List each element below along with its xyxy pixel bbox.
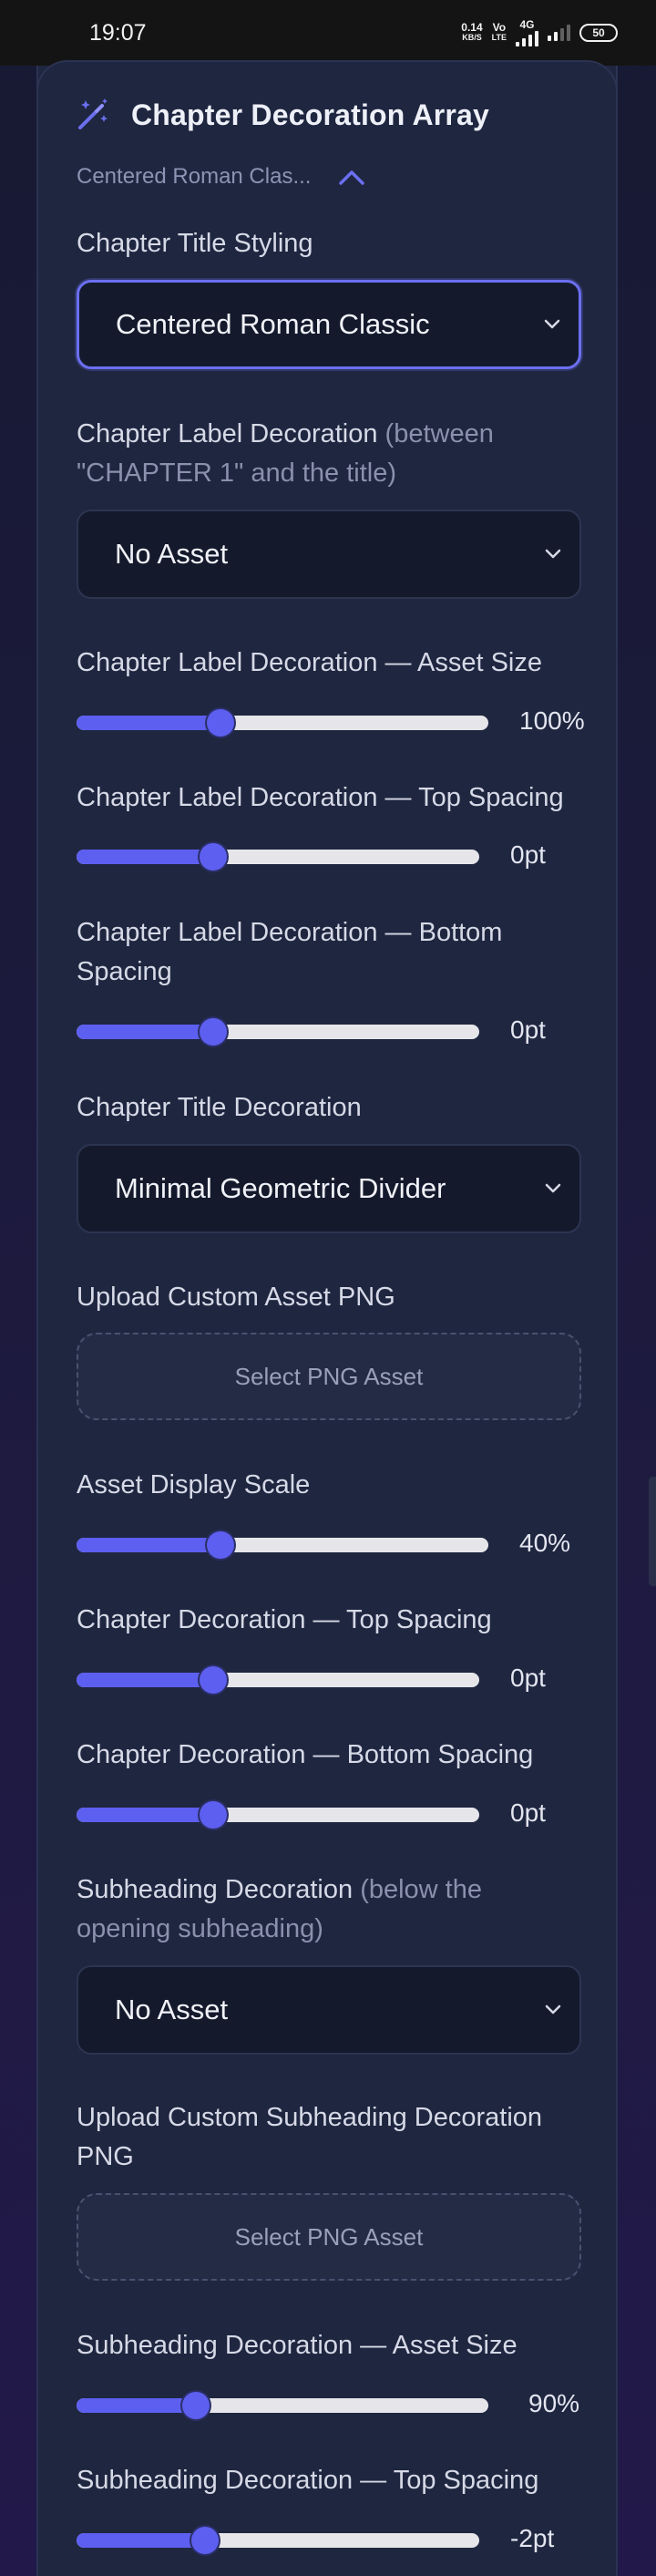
- decoration-card: Chapter Decoration Array Centered Roman …: [36, 60, 618, 2576]
- label-bottom-spacing-label: Chapter Label Decoration — Bottom Spacin…: [77, 918, 503, 986]
- chevron-down-icon: [545, 2004, 561, 2014]
- subheading-asset-size-value: 90%: [528, 2389, 580, 2417]
- decoration-top-spacing-value: 0pt: [510, 1664, 546, 1692]
- title-decoration-label: Chapter Title Decoration: [77, 1093, 362, 1122]
- label-bottom-spacing-value: 0pt: [510, 1015, 546, 1044]
- card-title: Chapter Decoration Array: [131, 98, 490, 131]
- subheading-asset-size-slider[interactable]: [77, 2392, 488, 2419]
- title-decoration-select[interactable]: Minimal Geometric Divider: [77, 1144, 581, 1233]
- subheading-decoration-label: Subheading Decoration (below the opening…: [77, 1875, 482, 1943]
- slider-thumb[interactable]: [191, 2527, 220, 2554]
- slider-thumb[interactable]: [200, 843, 228, 871]
- card-header: Chapter Decoration Array: [75, 97, 489, 133]
- label-asset-size-label: Chapter Label Decoration — Asset Size: [77, 648, 542, 677]
- slider-thumb[interactable]: [200, 1018, 228, 1046]
- slider-thumb[interactable]: [200, 1801, 228, 1829]
- label-top-spacing-value: 0pt: [510, 840, 546, 869]
- decoration-bottom-spacing-slider[interactable]: [77, 1801, 479, 1829]
- status-time: 19:07: [89, 19, 147, 46]
- subheading-top-spacing-slider[interactable]: [77, 2527, 479, 2554]
- label-decoration-value: No Asset: [115, 538, 229, 570]
- decoration-bottom-spacing-value: 0pt: [510, 1798, 546, 1827]
- signal-4g-icon: 4G: [516, 19, 538, 46]
- title-decoration-value: Minimal Geometric Divider: [115, 1172, 446, 1204]
- subheading-top-spacing-label: Subheading Decoration — Top Spacing: [77, 2466, 539, 2495]
- upload-asset-label: Upload Custom Asset PNG: [77, 1283, 395, 1312]
- subheading-asset-size-label: Subheading Decoration — Asset Size: [77, 2331, 518, 2360]
- label-asset-size-value: 100%: [519, 706, 585, 735]
- collapse-toggle[interactable]: Centered Roman Clas...: [77, 164, 365, 190]
- label-asset-size-slider[interactable]: [77, 709, 488, 737]
- display-scale-value: 40%: [519, 1529, 571, 1557]
- volte-icon: Vo LTE: [491, 21, 507, 42]
- signal-icon: [548, 25, 570, 41]
- slider-thumb[interactable]: [200, 1666, 228, 1694]
- subheading-top-spacing-row: -2pt: [77, 2524, 618, 2554]
- battery-icon: 50: [579, 24, 618, 42]
- display-scale-slider[interactable]: [77, 1531, 488, 1559]
- title-styling-value: Centered Roman Classic: [116, 308, 430, 340]
- subheading-asset-size-row: 90%: [77, 2389, 618, 2419]
- status-bar: 19:07 0.14 KB/S Vo LTE 4G 50: [0, 0, 656, 66]
- slider-thumb[interactable]: [207, 709, 235, 737]
- title-styling-label: Chapter Title Styling: [77, 229, 313, 258]
- select-png-asset-button[interactable]: Select PNG Asset: [77, 1333, 581, 1420]
- subheading-decoration-value: No Asset: [115, 1994, 229, 2025]
- decoration-top-spacing-slider[interactable]: [77, 1666, 479, 1694]
- label-decoration-select[interactable]: No Asset: [77, 510, 581, 599]
- chevron-up-icon: [339, 170, 365, 185]
- subheading-top-spacing-value: -2pt: [510, 2524, 555, 2552]
- label-top-spacing-slider[interactable]: [77, 843, 479, 871]
- label-bottom-spacing-slider[interactable]: [77, 1018, 479, 1046]
- decoration-bottom-spacing-row: 0pt: [77, 1798, 618, 1829]
- scroll-edge: [649, 1477, 656, 1586]
- chevron-down-icon: [545, 1183, 561, 1193]
- slider-thumb[interactable]: [207, 1531, 235, 1559]
- label-decoration-label: Chapter Label Decoration (between "CHAPT…: [77, 419, 494, 488]
- decoration-top-spacing-row: 0pt: [77, 1664, 618, 1694]
- chevron-down-icon: [545, 549, 561, 559]
- display-scale-row: 40%: [77, 1529, 618, 1559]
- magic-wand-icon: [78, 98, 108, 129]
- display-scale-label: Asset Display Scale: [77, 1470, 311, 1499]
- label-bottom-spacing-row: 0pt: [77, 1015, 618, 1046]
- select-subheading-png-button[interactable]: Select PNG Asset: [77, 2193, 581, 2281]
- subheading-decoration-select[interactable]: No Asset: [77, 1965, 581, 2055]
- status-icons: 0.14 KB/S Vo LTE 4G 50: [461, 19, 618, 46]
- label-top-spacing-label: Chapter Label Decoration — Top Spacing: [77, 783, 564, 812]
- label-asset-size-row: 100%: [77, 706, 618, 737]
- title-styling-select[interactable]: Centered Roman Classic: [77, 280, 581, 369]
- network-speed: 0.14 KB/S: [461, 21, 483, 42]
- slider-thumb[interactable]: [182, 2392, 210, 2419]
- label-top-spacing-row: 0pt: [77, 840, 618, 871]
- current-style-summary: Centered Roman Clas...: [77, 164, 312, 189]
- chevron-down-icon: [544, 319, 560, 329]
- decoration-bottom-spacing-label: Chapter Decoration — Bottom Spacing: [77, 1740, 534, 1769]
- decoration-top-spacing-label: Chapter Decoration — Top Spacing: [77, 1605, 492, 1634]
- upload-subheading-label: Upload Custom Subheading Decoration PNG: [77, 2103, 543, 2171]
